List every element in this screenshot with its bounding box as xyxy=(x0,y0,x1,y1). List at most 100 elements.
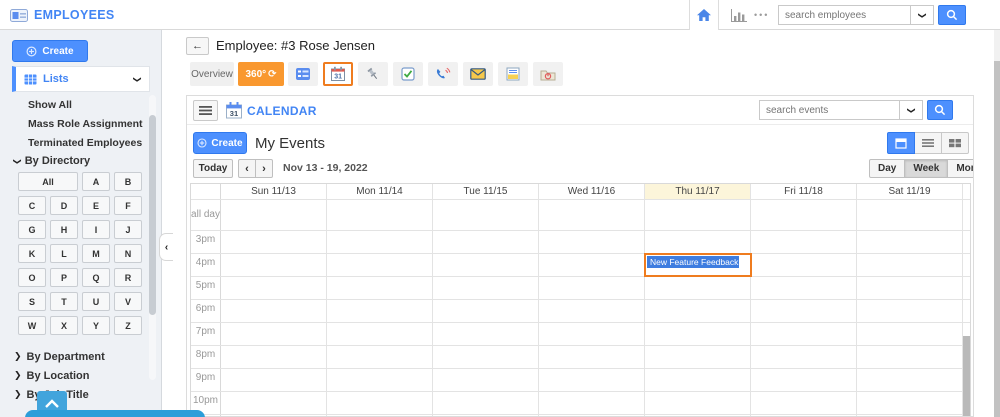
all-day-cell-fri-11-18[interactable] xyxy=(751,200,857,230)
calendar-cell[interactable] xyxy=(327,300,433,322)
letter-button-n[interactable]: N xyxy=(114,244,142,263)
calendar-cell[interactable] xyxy=(857,300,963,322)
calendar-cell[interactable] xyxy=(221,346,327,368)
calendar-cell[interactable] xyxy=(539,323,645,345)
calendar-scrollbar-thumb[interactable] xyxy=(963,336,970,417)
letter-button-m[interactable]: M xyxy=(82,244,110,263)
letter-button-k[interactable]: K xyxy=(18,244,46,263)
tab-overview[interactable]: Overview xyxy=(190,62,234,86)
panel-menu-button[interactable] xyxy=(193,100,218,121)
calendar-cell[interactable] xyxy=(857,231,963,253)
letter-button-f[interactable]: F xyxy=(114,196,142,215)
letter-button-a[interactable]: A xyxy=(82,172,110,191)
calendar-cell[interactable] xyxy=(645,277,751,299)
calendar-cell[interactable] xyxy=(433,346,539,368)
create-button[interactable]: Create xyxy=(12,40,88,62)
letter-button-c[interactable]: C xyxy=(18,196,46,215)
home-button[interactable] xyxy=(689,0,719,30)
calendar-cell[interactable] xyxy=(221,300,327,322)
reports-button[interactable] xyxy=(726,0,752,30)
calendar-cell[interactable] xyxy=(433,323,539,345)
tab-360-view[interactable]: 360° xyxy=(238,62,284,86)
calendar-cell[interactable] xyxy=(327,254,433,276)
next-week-button[interactable] xyxy=(255,159,273,178)
calendar-cell[interactable] xyxy=(327,392,433,414)
letter-button-i[interactable]: I xyxy=(82,220,110,239)
calendar-cell[interactable] xyxy=(857,369,963,391)
tab-attachments[interactable] xyxy=(533,62,563,86)
bottom-panel-bar[interactable] xyxy=(25,410,205,417)
all-day-cell-mon-11-14[interactable] xyxy=(327,200,433,230)
all-day-cell-sat-11-19[interactable] xyxy=(857,200,963,230)
tab-calendar[interactable]: 31 xyxy=(323,62,353,86)
sidebar-group-by-department[interactable]: By Department xyxy=(14,347,105,366)
letter-button-r[interactable]: R xyxy=(114,268,142,287)
view-day-button[interactable]: Day xyxy=(869,159,905,178)
letter-button-t[interactable]: T xyxy=(50,292,78,311)
calendar-cell[interactable] xyxy=(221,369,327,391)
calendar-cell[interactable] xyxy=(645,323,751,345)
calendar-cell[interactable] xyxy=(327,346,433,368)
calendar-cell[interactable] xyxy=(539,277,645,299)
search-employees-button[interactable] xyxy=(938,5,966,25)
calendar-cell[interactable] xyxy=(539,392,645,414)
calendar-cell[interactable] xyxy=(539,346,645,368)
calendar-cell[interactable] xyxy=(221,277,327,299)
calendar-cell[interactable] xyxy=(645,231,751,253)
view-month-button[interactable]: Month xyxy=(947,159,974,178)
sidebar-item-lists[interactable]: Lists xyxy=(12,66,150,92)
calendar-cell[interactable] xyxy=(857,254,963,276)
letter-button-g[interactable]: G xyxy=(18,220,46,239)
calendar-cell[interactable] xyxy=(857,392,963,414)
letter-button-all[interactable]: All xyxy=(18,172,78,191)
calendar-cell[interactable] xyxy=(857,323,963,345)
tab-email[interactable] xyxy=(463,62,493,86)
search-employees-input[interactable] xyxy=(778,5,910,25)
view-week-button[interactable]: Week xyxy=(904,159,948,178)
letter-button-y[interactable]: Y xyxy=(82,316,110,335)
calendar-cell[interactable] xyxy=(327,323,433,345)
letter-button-l[interactable]: L xyxy=(50,244,78,263)
tab-calls[interactable] xyxy=(428,62,458,86)
calendar-cell[interactable] xyxy=(751,346,857,368)
calendar-cell[interactable] xyxy=(751,392,857,414)
calendar-cell[interactable] xyxy=(327,369,433,391)
calendar-cell[interactable] xyxy=(327,231,433,253)
tab-tasks[interactable] xyxy=(393,62,423,86)
sidebar-group-by-location[interactable]: By Location xyxy=(14,366,105,385)
calendar-cell[interactable] xyxy=(327,277,433,299)
calendar-cell[interactable] xyxy=(751,231,857,253)
back-button[interactable] xyxy=(186,37,209,55)
search-events-button[interactable] xyxy=(927,100,953,120)
calendar-view-button[interactable] xyxy=(887,132,915,154)
calendar-cell[interactable] xyxy=(433,231,539,253)
all-day-cell-wed-11-16[interactable] xyxy=(539,200,645,230)
letter-button-b[interactable]: B xyxy=(114,172,142,191)
sidebar-group-by-directory[interactable]: By Directory xyxy=(14,155,90,167)
sidebar-link-mass-role-assignment[interactable]: Mass Role Assignment xyxy=(28,115,148,134)
create-event-button[interactable]: Create xyxy=(193,132,247,154)
search-options-dropdown[interactable] xyxy=(910,5,934,25)
calendar-cell[interactable] xyxy=(645,346,751,368)
calendar-cell[interactable] xyxy=(221,231,327,253)
letter-button-d[interactable]: D xyxy=(50,196,78,215)
letter-button-p[interactable]: P xyxy=(50,268,78,287)
all-day-cell-tue-11-15[interactable] xyxy=(433,200,539,230)
calendar-cell[interactable] xyxy=(751,300,857,322)
more-menu-button[interactable] xyxy=(754,0,769,30)
calendar-cell[interactable] xyxy=(539,300,645,322)
calendar-cell[interactable] xyxy=(857,277,963,299)
calendar-cell[interactable] xyxy=(433,300,539,322)
tab-notes[interactable] xyxy=(498,62,528,86)
letter-button-q[interactable]: Q xyxy=(82,268,110,287)
calendar-cell[interactable] xyxy=(751,369,857,391)
event-search-options-dropdown[interactable] xyxy=(899,100,923,120)
selected-event-cell[interactable]: New Feature Feedback xyxy=(645,254,751,276)
calendar-cell[interactable] xyxy=(221,323,327,345)
calendar-cell[interactable] xyxy=(433,369,539,391)
search-events-input[interactable] xyxy=(759,100,899,120)
all-day-cell-sun-11-13[interactable] xyxy=(221,200,327,230)
list-view-button[interactable] xyxy=(914,132,942,154)
sidebar-scrollbar-thumb[interactable] xyxy=(149,115,156,315)
tab-details[interactable] xyxy=(288,62,318,86)
